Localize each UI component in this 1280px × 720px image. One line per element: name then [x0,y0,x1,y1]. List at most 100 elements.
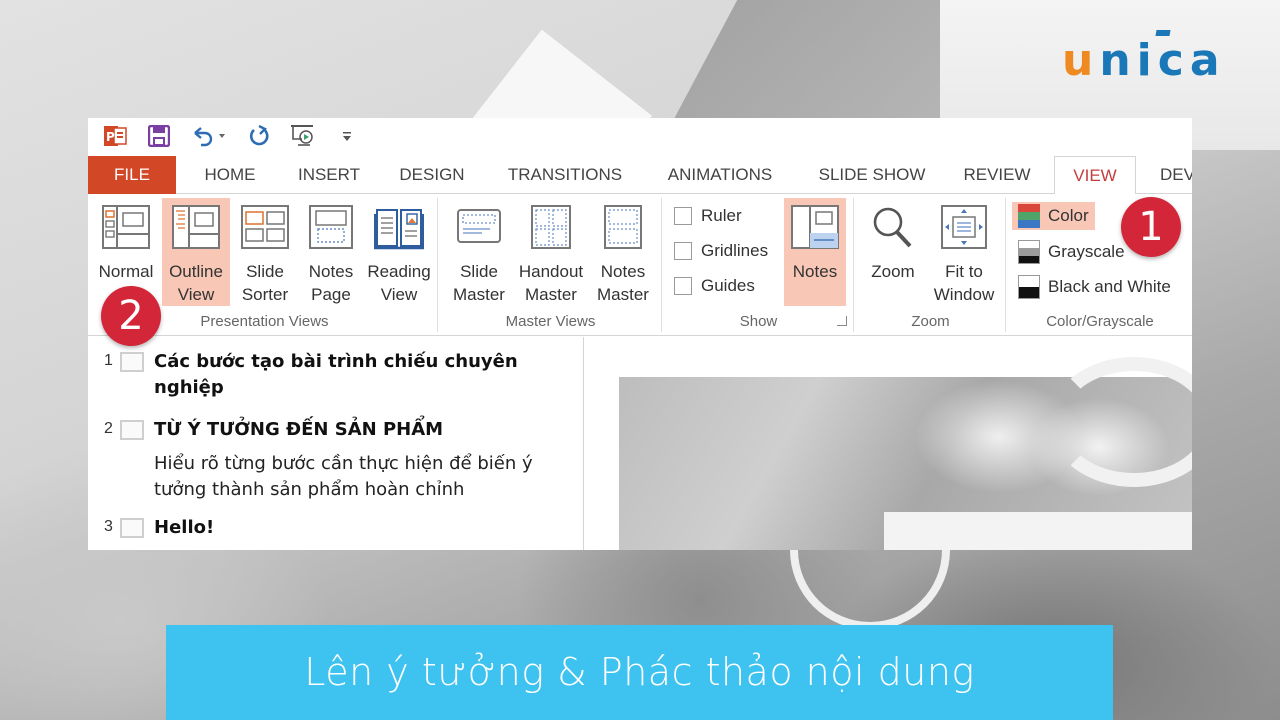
reading-view-label-1: Reading [367,262,431,281]
slide-thumbnail-icon[interactable] [120,518,144,538]
tab-animations[interactable]: ANIMATIONS [650,156,790,194]
graduation-cap-icon [1155,30,1171,36]
notes-page-button[interactable]: Notes Page [298,198,364,306]
notes-page-label-2: Page [311,285,351,304]
fit-to-window-label-1: Fit to [945,262,983,281]
master-views-label: Master Views [505,313,596,330]
tab-view[interactable]: VIEW [1054,156,1136,195]
tab-insert[interactable]: INSERT [284,156,374,194]
fit-to-window-label-2: Window [933,285,995,304]
save-icon[interactable] [146,123,172,149]
start-from-beginning-icon[interactable] [290,123,316,149]
slide-title[interactable]: TỪ Ý TƯỞNG ĐẾN SẢN PHẨM [154,417,554,443]
fit-to-window-button[interactable]: Fit to Window [928,198,1000,306]
guides-checkbox-box[interactable] [674,277,692,295]
ruler-checkbox-box[interactable] [674,207,692,225]
guides-label: Guides [701,276,755,295]
slide-title[interactable]: Các bước tạo bài trình chiếu chuyên nghi… [154,349,554,401]
caption-banner: Lên ý tưởng & Phác thảo nội dung [166,625,1113,720]
reading-view-label-2: View [380,285,418,304]
notes-button[interactable]: Notes [784,198,846,306]
show-dialog-launcher-icon[interactable] [837,316,847,326]
notes-master-label-1: Notes [600,262,646,281]
group-master-views: Slide Master Handout Master Notes Master… [440,198,662,332]
outline-view-label-2: View [177,285,215,304]
slide-thumbnail-icon[interactable] [120,420,144,440]
unica-logo: unica [1062,30,1226,86]
normal-view-label: Normal [98,262,154,281]
svg-text:P: P [106,130,115,144]
slide-sorter-label-1: Slide [246,262,284,281]
slide-number: 1 [104,352,113,369]
slide-master-button[interactable]: Slide Master [446,198,512,306]
ruler-checkbox[interactable]: Ruler [674,206,742,226]
view-ribbon: Normal Outline View Slide Sorter Notes P… [88,194,1192,336]
normal-view-icon [101,204,151,252]
black-and-white-button[interactable]: Black and White [1012,273,1177,301]
slide-sorter-icon [240,204,290,252]
color-swatch-icon [1018,204,1040,228]
slide-thumbnail-icon[interactable] [120,352,144,372]
notes-master-label-2: Master [597,285,649,304]
slide-editing-pane[interactable] [585,337,1192,550]
tab-transitions[interactable]: TRANSITIONS [492,156,638,194]
grayscale-label: Grayscale [1048,242,1125,261]
tab-review[interactable]: REVIEW [952,156,1042,194]
magnifier-icon [868,204,918,252]
gridlines-checkbox-box[interactable] [674,242,692,260]
guides-checkbox[interactable]: Guides [674,276,755,296]
color-button[interactable]: Color [1012,202,1095,230]
black-and-white-label: Black and White [1048,277,1171,296]
customize-qat-icon[interactable] [334,123,360,149]
slide-title[interactable]: Hello! [154,515,554,541]
color-label: Color [1048,206,1089,225]
grayscale-swatch-icon [1018,240,1040,264]
slide-image-bowl [1049,357,1192,487]
outline-view-label-1: Outline [169,262,223,281]
slide-canvas[interactable] [619,357,1192,550]
slide-sorter-button[interactable]: Slide Sorter [232,198,298,306]
outline-view-button[interactable]: Outline View [162,198,230,306]
zoom-group-label: Zoom [911,313,950,330]
slide-body-text[interactable]: Hiểu rõ từng bước cần thực hiện để biến … [154,451,554,503]
notes-master-icon [598,204,648,252]
slide-number: 2 [104,420,113,437]
step-badge-2: 2 [101,286,161,346]
quick-access-toolbar: P [88,118,1192,154]
gridlines-checkbox[interactable]: Gridlines [674,241,768,261]
slide-master-label-1: Slide [460,262,498,281]
notes-master-button[interactable]: Notes Master [588,198,658,306]
show-label: Show [739,313,778,330]
zoom-label: Zoom [871,262,915,281]
handout-master-button[interactable]: Handout Master [514,198,588,306]
step-badge-1: 1 [1121,197,1181,257]
notes-label: Notes [792,262,838,281]
notes-page-label-1: Notes [308,262,354,281]
zoom-button[interactable]: Zoom [860,198,926,306]
grayscale-button[interactable]: Grayscale [1012,238,1131,266]
redo-icon[interactable] [246,123,272,149]
tab-design[interactable]: DESIGN [384,156,480,194]
group-show: Ruler Gridlines Guides Notes Show [664,198,854,332]
notes-page-icon [306,204,356,252]
powerpoint-window: P FILE HOME INSERT DESIGN TRANSITIONS AN… [88,118,1192,550]
tab-slide-show[interactable]: SLIDE SHOW [804,156,940,194]
slide-sorter-label-2: Sorter [241,285,289,304]
handout-master-icon [526,204,576,252]
logo-letters-nica: nica [1099,35,1226,86]
tab-developer[interactable]: DEV [1146,156,1192,194]
gridlines-label: Gridlines [701,241,769,260]
handout-master-label-1: Handout [518,262,584,281]
tab-file[interactable]: FILE [88,156,176,194]
outline-view-icon [171,204,221,252]
reading-view-button[interactable]: Reading View [364,198,434,306]
powerpoint-logo-icon: P [102,123,128,149]
tab-home[interactable]: HOME [186,156,274,194]
slide-number: 3 [104,518,113,535]
undo-icon[interactable] [190,123,228,149]
handout-master-label-2: Master [525,285,577,304]
outline-pane[interactable]: 1 Các bước tạo bài trình chiếu chuyên ng… [88,337,584,550]
notes-icon [790,204,840,252]
black-and-white-swatch-icon [1018,275,1040,299]
reading-view-icon [373,204,425,252]
